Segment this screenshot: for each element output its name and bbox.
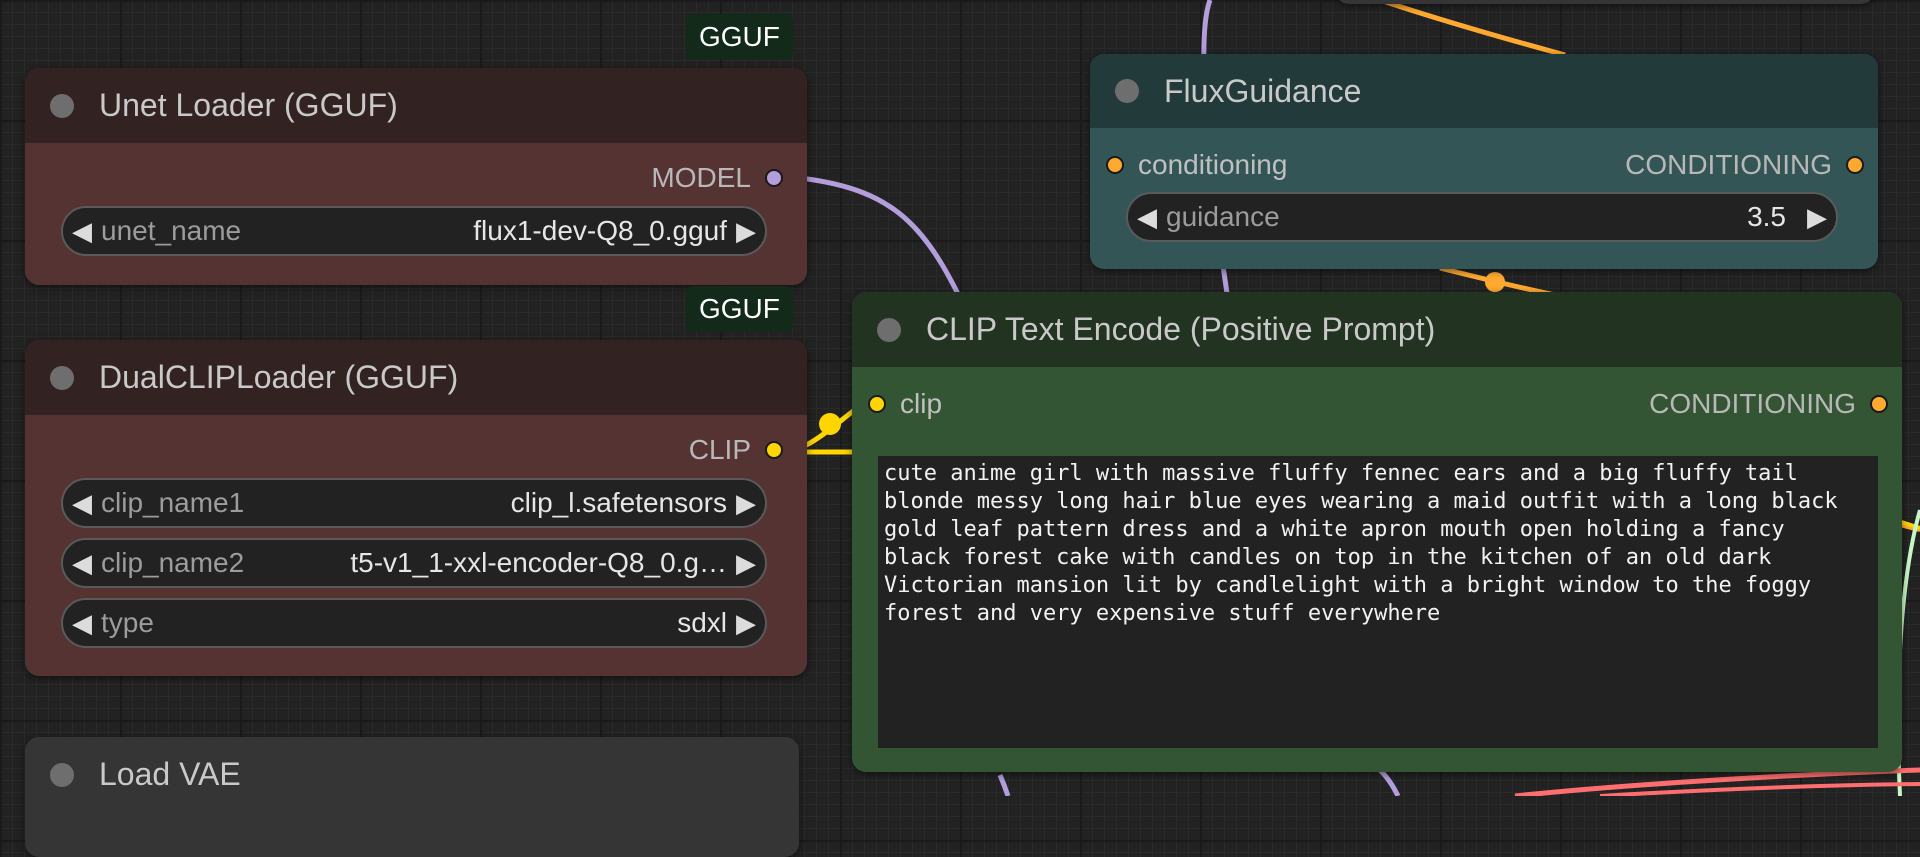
widget-value[interactable]: sdxl xyxy=(154,607,727,639)
output-socket-icon[interactable] xyxy=(765,441,783,459)
node-header[interactable]: FluxGuidance xyxy=(1090,54,1878,128)
conditioning-output-slot[interactable]: CONDITIONING xyxy=(1649,388,1888,420)
slot-label: clip xyxy=(900,388,943,419)
clip-input-slot[interactable]: clip xyxy=(868,388,942,420)
clip-name1-widget[interactable]: ◀ clip_name1 clip_l.safetensors ▶ xyxy=(61,478,767,528)
decrement-arrow-icon[interactable]: ◀ xyxy=(63,548,101,579)
collapse-dot-icon[interactable] xyxy=(50,762,74,787)
output-socket-icon[interactable] xyxy=(1846,156,1864,174)
node-title: FluxGuidance xyxy=(1164,72,1362,109)
output-socket-icon[interactable] xyxy=(1870,395,1888,413)
node-title: Load VAE xyxy=(99,756,241,792)
node-title: DualCLIPLoader (GGUF) xyxy=(99,359,459,395)
widget-label: unet_name xyxy=(101,215,242,246)
input-socket-icon[interactable] xyxy=(1106,156,1124,174)
unet-name-widget[interactable]: ◀ unet_name flux1-dev-Q8_0.gguf ▶ xyxy=(61,206,767,256)
load-vae-node[interactable]: Load VAE xyxy=(25,737,799,857)
decrement-arrow-icon[interactable]: ◀ xyxy=(63,488,101,519)
slot-label: MODEL xyxy=(651,162,751,193)
clip-name2-widget[interactable]: ◀ clip_name2 t5-v1_1-xxl-encoder-Q8_0.g…… xyxy=(61,538,767,588)
conditioning-wire-reroute[interactable] xyxy=(1485,272,1505,292)
prompt-textarea[interactable]: cute anime girl with massive fluffy fenn… xyxy=(878,456,1878,748)
widget-value[interactable]: flux1-dev-Q8_0.gguf xyxy=(241,215,727,247)
increment-arrow-icon[interactable]: ▶ xyxy=(727,548,765,579)
clip-wire-reroute[interactable] xyxy=(819,413,841,435)
increment-arrow-icon[interactable]: ▶ xyxy=(1798,202,1836,233)
node-title: Unet Loader (GGUF) xyxy=(99,87,398,123)
widget-value[interactable]: 3.5 xyxy=(1280,201,1798,233)
conditioning-input-slot[interactable]: conditioning xyxy=(1106,149,1287,181)
guidance-widget[interactable]: ◀ guidance 3.5 ▶ xyxy=(1126,192,1838,242)
conditioning-output-slot[interactable]: CONDITIONING xyxy=(1625,149,1864,181)
wire-bottom-purple[interactable] xyxy=(1378,768,1401,796)
slot-label: CONDITIONING xyxy=(1649,388,1856,419)
node-header[interactable]: CLIP Text Encode (Positive Prompt) xyxy=(852,292,1902,367)
slot-label: CLIP xyxy=(688,434,751,465)
unet-loader-node[interactable]: Unet Loader (GGUF) MODEL ◀ unet_name flu… xyxy=(25,68,807,285)
increment-arrow-icon[interactable]: ▶ xyxy=(727,608,765,639)
offscreen-node-edge xyxy=(1335,0,1875,4)
vae-wire-2[interactable] xyxy=(1599,782,1920,796)
clip-output-slot[interactable]: CLIP xyxy=(689,434,783,466)
widget-label: clip_name2 xyxy=(101,547,245,578)
node-title: CLIP Text Encode (Positive Prompt) xyxy=(926,311,1436,347)
widget-value[interactable]: t5-v1_1-xxl-encoder-Q8_0.g… xyxy=(244,547,727,579)
collapse-dot-icon[interactable] xyxy=(1115,79,1139,103)
widget-label: clip_name1 xyxy=(101,487,245,518)
model-output-slot[interactable]: MODEL xyxy=(651,162,783,194)
type-widget[interactable]: ◀ type sdxl ▶ xyxy=(61,598,767,648)
gguf-badge: GGUF xyxy=(686,14,793,60)
decrement-arrow-icon[interactable]: ◀ xyxy=(1128,202,1166,233)
conditioning-wire-top[interactable] xyxy=(1379,0,1566,58)
vae-wire[interactable] xyxy=(1514,767,1920,796)
dual-clip-loader-node[interactable]: DualCLIPLoader (GGUF) CLIP ◀ clip_name1 … xyxy=(25,340,807,676)
slot-label: conditioning xyxy=(1138,149,1288,180)
widget-label: guidance xyxy=(1166,201,1280,232)
decrement-arrow-icon[interactable]: ◀ xyxy=(63,216,101,247)
gguf-badge: GGUF xyxy=(686,286,793,332)
node-header[interactable]: DualCLIPLoader (GGUF) xyxy=(25,340,807,415)
collapse-dot-icon[interactable] xyxy=(50,93,74,118)
collapse-dot-icon[interactable] xyxy=(877,317,901,342)
decrement-arrow-icon[interactable]: ◀ xyxy=(63,608,101,639)
flux-guidance-node[interactable]: FluxGuidance conditioning CONDITIONING ◀… xyxy=(1090,54,1878,269)
input-socket-icon[interactable] xyxy=(868,395,886,413)
model-wire-bottom[interactable] xyxy=(997,774,1011,796)
widget-value[interactable]: clip_l.safetensors xyxy=(244,487,727,519)
widget-label: type xyxy=(101,607,154,638)
slot-label: CONDITIONING xyxy=(1625,149,1832,180)
node-header[interactable]: Load VAE xyxy=(25,737,799,812)
node-header[interactable]: Unet Loader (GGUF) xyxy=(25,68,807,143)
increment-arrow-icon[interactable]: ▶ xyxy=(727,216,765,247)
increment-arrow-icon[interactable]: ▶ xyxy=(727,488,765,519)
collapse-dot-icon[interactable] xyxy=(50,365,74,390)
output-socket-icon[interactable] xyxy=(765,169,783,187)
clip-text-encode-node[interactable]: CLIP Text Encode (Positive Prompt) clip … xyxy=(852,292,1902,772)
